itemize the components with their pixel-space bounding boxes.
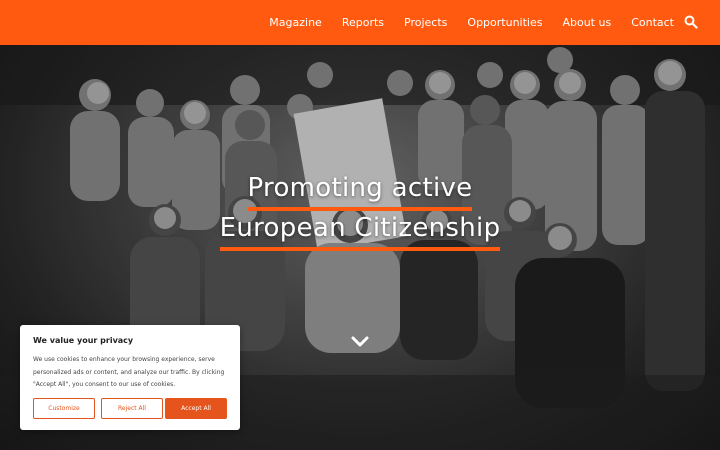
headline-underline-2 — [219, 247, 501, 251]
headline-line-1: Promoting active — [246, 173, 475, 211]
chevron-down-icon[interactable] — [351, 336, 369, 348]
top-navbar: Magazine Reports Projects Opportunities … — [0, 0, 720, 45]
nav-about-us[interactable]: About us — [562, 16, 611, 29]
nav-contact[interactable]: Contact — [631, 16, 674, 29]
reject-all-button[interactable]: Reject All — [101, 398, 163, 419]
nav-opportunities[interactable]: Opportunities — [467, 16, 542, 29]
cookie-text: We use cookies to enhance your browsing … — [33, 356, 225, 388]
headline-line-2: European Citizenship — [218, 213, 503, 251]
search-icon[interactable] — [684, 15, 698, 29]
customize-button[interactable]: Customize — [33, 398, 95, 419]
nav-reports[interactable]: Reports — [342, 16, 384, 29]
accept-all-button[interactable]: Accept All — [165, 398, 227, 419]
headline-underline-1 — [247, 207, 473, 211]
cookie-consent-banner: We value your privacy We use cookies to … — [20, 325, 240, 430]
headline-line-1-text: Promoting active — [247, 173, 473, 203]
nav-projects[interactable]: Projects — [404, 16, 447, 29]
cookie-title: We value your privacy — [33, 336, 134, 345]
nav-magazine[interactable]: Magazine — [269, 16, 322, 29]
main-menu: Magazine Reports Projects Opportunities … — [269, 0, 674, 45]
headline-line-2-text: European Citizenship — [219, 213, 501, 243]
